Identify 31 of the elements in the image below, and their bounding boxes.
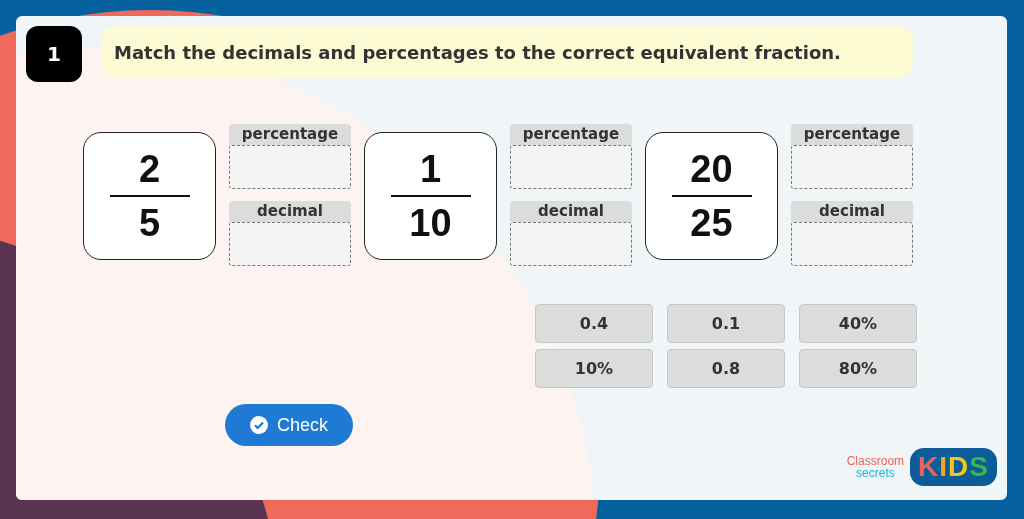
logo-badge: KIDS xyxy=(910,448,997,486)
check-button[interactable]: Check xyxy=(225,404,353,446)
drop-zone[interactable] xyxy=(229,145,351,189)
answer-tile[interactable]: 80% xyxy=(799,349,917,388)
drop-zone[interactable] xyxy=(229,222,351,266)
answer-tile[interactable]: 40% xyxy=(799,304,917,343)
drop-zone[interactable] xyxy=(791,145,913,189)
answer-tile[interactable]: 10% xyxy=(535,349,653,388)
drop-zone[interactable] xyxy=(510,145,632,189)
drop-zone[interactable] xyxy=(791,222,913,266)
slot-label: decimal xyxy=(229,201,351,222)
check-circle-icon xyxy=(250,416,268,434)
answer-tile[interactable]: 0.4 xyxy=(535,304,653,343)
numerator: 20 xyxy=(690,147,733,191)
logo-text: secrets xyxy=(856,467,895,479)
slot-label: decimal xyxy=(791,201,913,222)
instruction-text: Match the decimals and percentages to the correct equivalent fraction. xyxy=(102,26,913,78)
slot-label: percentage xyxy=(229,124,351,145)
slot-label: decimal xyxy=(510,201,632,222)
numerator: 1 xyxy=(419,147,442,191)
answer-tile[interactable]: 0.8 xyxy=(667,349,785,388)
answer-tile[interactable]: 0.1 xyxy=(667,304,785,343)
slot-label: percentage xyxy=(510,124,632,145)
numerator: 2 xyxy=(138,147,161,191)
slot-label: percentage xyxy=(791,124,913,145)
question-number: 1 xyxy=(26,26,82,82)
denominator: 25 xyxy=(690,201,733,245)
denominator: 5 xyxy=(138,201,161,245)
denominator: 10 xyxy=(409,201,452,245)
logo-text: Classroom xyxy=(846,455,905,467)
drop-zone[interactable] xyxy=(510,222,632,266)
